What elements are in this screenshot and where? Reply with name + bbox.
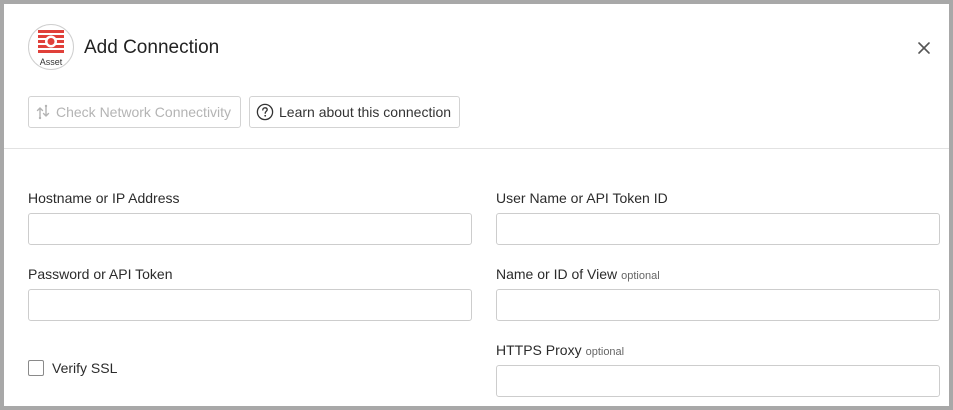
proxy-input[interactable] [496,365,940,397]
hostname-input[interactable] [28,213,472,245]
logo-caption: Asset [39,57,63,67]
password-input[interactable] [28,289,472,321]
learn-connection-label: Learn about this connection [279,104,452,120]
proxy-optional-tag: optional [585,346,625,358]
proxy-label-text: HTTPS Proxy [496,342,582,358]
dialog-title: Add Connection [84,37,220,58]
check-network-button[interactable]: Check Network Connectivity [28,96,241,128]
close-icon[interactable] [914,38,934,58]
view-input[interactable] [496,289,940,321]
verify-ssl-checkbox[interactable] [28,360,44,376]
username-label: User Name or API Token ID [496,190,668,206]
network-connectivity-icon [35,104,51,120]
dialog-header: Asset Add Connection Check Network Conne… [4,4,949,149]
add-connection-dialog: Asset Add Connection Check Network Conne… [4,4,949,406]
view-label-text: Name or ID of View [496,266,618,282]
verify-ssl-label: Verify SSL [52,360,118,376]
password-label: Password or API Token [28,266,173,282]
proxy-label: HTTPS Proxy optional [496,342,624,358]
question-circle-icon [256,103,274,121]
view-optional-tag: optional [621,270,660,282]
username-input[interactable] [496,213,940,245]
view-label: Name or ID of View optional [496,266,660,282]
hostname-label: Hostname or IP Address [28,190,180,206]
learn-connection-button[interactable]: Learn about this connection [249,96,460,128]
asset-logo-icon: Asset [28,24,74,70]
check-network-label: Check Network Connectivity [56,104,232,120]
